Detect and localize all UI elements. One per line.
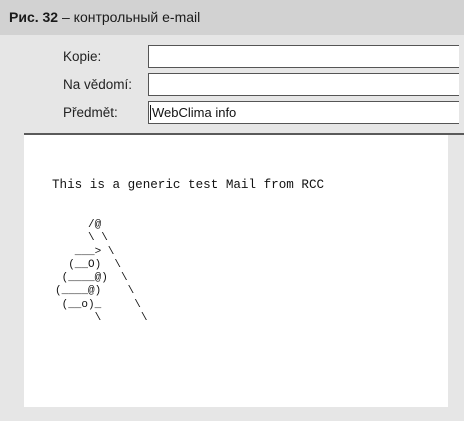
subject-label: Předmět: — [63, 105, 118, 120]
mail-header: Kopie: Na vědomí: Předmět: WebClima info — [24, 41, 464, 131]
caption-separator: – — [58, 9, 74, 25]
ascii-art: /@ \ \ ___> \ (__O) \ (____@) \ (____@) … — [55, 219, 148, 325]
subject-row: Předmět: WebClima info — [24, 101, 464, 124]
subject-field[interactable]: WebClima info — [148, 101, 459, 124]
subject-value: WebClima info — [152, 105, 237, 120]
cc-row: Kopie: — [24, 45, 464, 68]
bcc-label: Na vědomí: — [63, 77, 133, 92]
figure-panel: Рис. 32 – контрольный e-mail Kopie: Na v… — [0, 0, 464, 421]
message-body[interactable]: This is a generic test Mail from RCC /@ … — [24, 135, 448, 407]
caption-title: контрольный e-mail — [73, 9, 201, 25]
bcc-field[interactable] — [148, 73, 459, 96]
text-cursor — [150, 105, 151, 120]
bcc-row: Na vědomí: — [24, 73, 464, 96]
cc-label: Kopie: — [63, 49, 102, 64]
caption-number: Рис. 32 — [9, 9, 59, 25]
figure-caption: Рис. 32 – контрольный e-mail — [0, 0, 464, 35]
message-text: This is a generic test Mail from RCC — [52, 178, 325, 192]
cc-field[interactable] — [148, 45, 459, 68]
